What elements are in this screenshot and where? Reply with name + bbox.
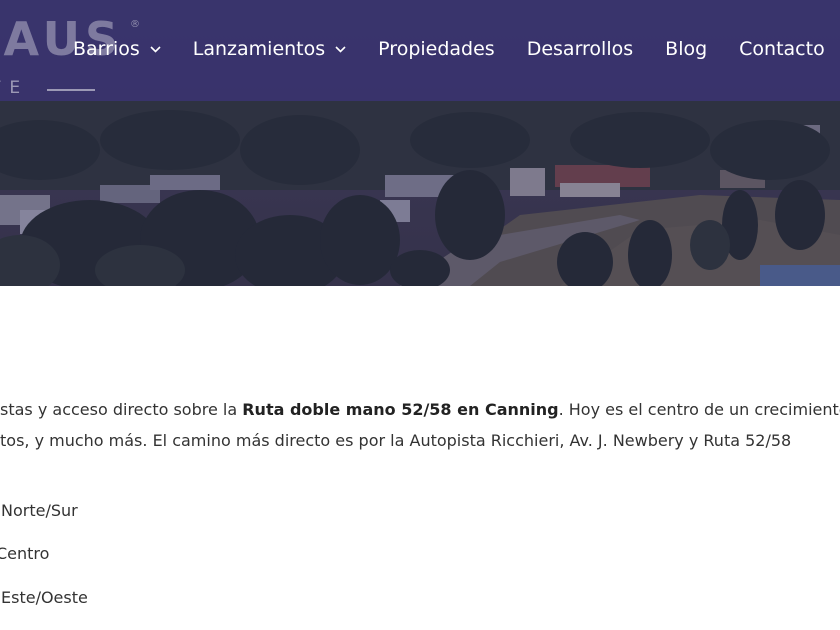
- site-header: HAUS ® TE Barrios Lanzamientos Propiedad…: [0, 0, 840, 101]
- logo-registered-mark: ®: [130, 19, 140, 30]
- nav-item-label: Barrios: [73, 38, 140, 60]
- paragraph-bold-text: Ruta doble mano 52/58 en Canning: [242, 400, 559, 419]
- nav-item-label: Contacto: [739, 38, 825, 60]
- nav-item-barrios[interactable]: Barrios: [73, 38, 162, 60]
- nav-item-label: Propiedades: [378, 38, 495, 60]
- paragraph-text: . Hoy es el centro de un crecimiento: [558, 400, 840, 419]
- nav-item-contacto[interactable]: Contacto: [739, 38, 825, 60]
- list-item: Este/Oeste: [1, 588, 88, 607]
- list-item: Norte/Sur: [1, 501, 78, 520]
- paragraph-line-2: tos, y mucho más. El camino más directo …: [0, 431, 792, 450]
- page: HAUS ® TE Barrios Lanzamientos Propiedad…: [0, 0, 840, 630]
- logo-divider-line: [47, 89, 95, 91]
- main-content: stas y acceso directo sobre la Ruta dobl…: [0, 286, 840, 630]
- nav-item-desarrollos[interactable]: Desarrollos: [527, 38, 633, 60]
- list-item: Centro: [0, 544, 50, 563]
- logo-subtitle: TE: [0, 78, 30, 98]
- nav-item-label: Lanzamientos: [192, 38, 326, 60]
- paragraph-text: stas y acceso directo sobre la: [0, 400, 243, 419]
- nav-item-label: Desarrollos: [526, 38, 634, 60]
- main-nav: Barrios Lanzamientos Propiedades Desarro…: [73, 36, 825, 62]
- chevron-down-icon: [335, 45, 346, 53]
- nav-item-lanzamientos[interactable]: Lanzamientos: [193, 38, 347, 60]
- nav-item-blog[interactable]: Blog: [665, 38, 707, 60]
- nav-item-label: Blog: [665, 38, 708, 60]
- nav-item-propiedades[interactable]: Propiedades: [378, 38, 495, 60]
- chevron-down-icon: [150, 45, 161, 53]
- paragraph-line-1: stas y acceso directo sobre la Ruta dobl…: [0, 402, 840, 418]
